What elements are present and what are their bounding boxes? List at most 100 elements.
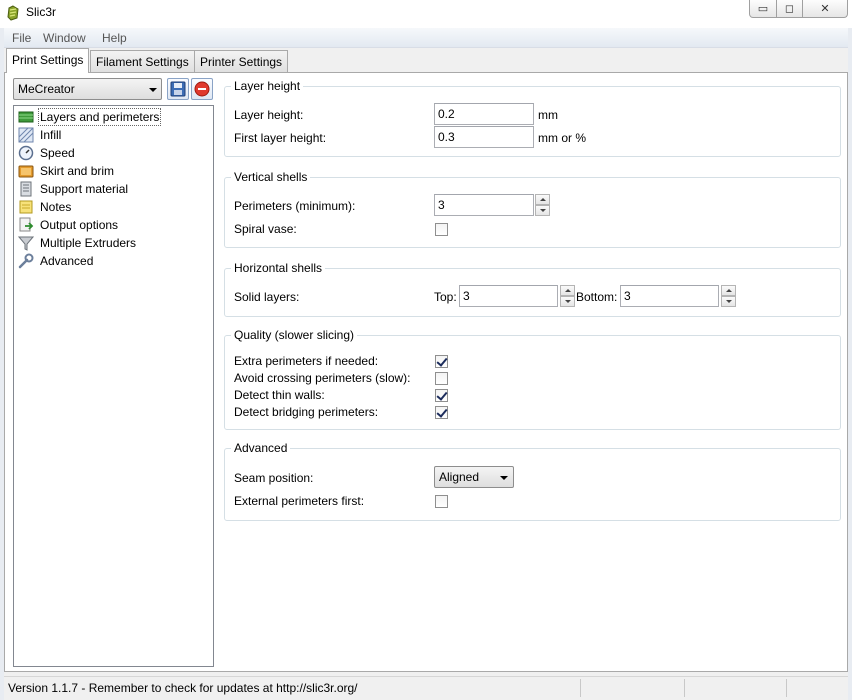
solid-layers-label: Solid layers: <box>234 290 300 304</box>
save-disk-icon <box>170 81 186 97</box>
tree-item-skirt-and-brim[interactable]: Skirt and brim <box>18 162 115 179</box>
seam-position-value: Aligned <box>439 470 480 484</box>
title-bar: Slic3r ▭ ◻ ✕ <box>0 0 852 28</box>
tree-item-output-options[interactable]: Output options <box>18 216 119 233</box>
layer-height-input[interactable]: 0.2 <box>434 103 534 125</box>
group-title: Vertical shells <box>231 170 311 184</box>
perimeters-stepper[interactable] <box>535 194 550 216</box>
output-options-icon <box>19 217 34 231</box>
stepper-down-arrow-icon[interactable] <box>721 296 736 307</box>
window-title: Slic3r <box>26 5 57 19</box>
main-frame: Print Settings Filament Settings Printer… <box>4 48 848 674</box>
delete-preset-button[interactable] <box>191 78 213 100</box>
group-advanced: Advanced Seam position: Aligned External… <box>224 441 841 521</box>
minimize-button[interactable]: ▭ <box>749 0 777 18</box>
tab-printer-settings[interactable]: Printer Settings <box>194 50 289 72</box>
spiral-vase-checkbox[interactable] <box>435 223 448 236</box>
status-divider <box>684 679 685 697</box>
chevron-down-icon <box>149 88 157 92</box>
extra-perimeters-label: Extra perimeters if needed: <box>234 354 379 368</box>
tree-item-advanced[interactable]: Advanced <box>18 252 94 269</box>
seam-position-dropdown[interactable]: Aligned <box>434 466 514 488</box>
group-layer-height: Layer height Layer height: 0.2 mm First … <box>224 79 841 157</box>
status-divider <box>786 679 787 697</box>
stepper-up-arrow-icon[interactable] <box>721 285 736 296</box>
print-settings-panel: MeCreator Layers and perimeters Infill S… <box>4 72 848 672</box>
tree-item-label: Output options <box>40 217 119 232</box>
tree-item-label: Infill <box>40 127 62 142</box>
top-layers-label: Top: <box>434 290 457 304</box>
top-layers-stepper[interactable] <box>560 285 575 307</box>
skirt-brim-icon <box>18 165 34 177</box>
preset-dropdown[interactable]: MeCreator <box>13 78 162 100</box>
external-perimeters-label: External perimeters first: <box>234 494 365 508</box>
status-text: Version 1.1.7 - Remember to check for up… <box>8 681 358 695</box>
group-quality: Quality (slower slicing) Extra perimeter… <box>224 328 841 430</box>
stepper-down-arrow-icon[interactable] <box>560 296 575 307</box>
maximize-icon: ◻ <box>784 3 795 15</box>
seam-position-label: Seam position: <box>234 471 314 485</box>
tab-filament-settings[interactable]: Filament Settings <box>90 50 195 72</box>
tree-item-multiple-extruders[interactable]: Multiple Extruders <box>18 234 137 251</box>
menu-window[interactable]: Window <box>43 31 86 45</box>
infill-icon <box>18 127 34 142</box>
group-title: Horizontal shells <box>231 261 326 275</box>
tree-item-label: Skirt and brim <box>40 163 115 178</box>
layers-icon <box>18 111 34 122</box>
first-layer-height-input[interactable]: 0.3 <box>434 126 534 148</box>
bottom-layers-label: Bottom: <box>576 290 618 304</box>
tree-item-layers-and-perimeters[interactable]: Layers and perimeters <box>18 107 162 126</box>
group-vertical-shells: Vertical shells Perimeters (minimum): 3 … <box>224 170 841 248</box>
stepper-up-arrow-icon[interactable] <box>535 194 550 205</box>
avoid-crossing-label: Avoid crossing perimeters (slow): <box>234 371 411 385</box>
settings-category-tree: Layers and perimeters Infill Speed Skirt… <box>13 105 214 667</box>
bottom-layers-input[interactable]: 3 <box>620 285 719 307</box>
support-material-icon <box>20 181 32 196</box>
tab-print-settings[interactable]: Print Settings <box>6 48 90 73</box>
extra-perimeters-checkbox[interactable] <box>435 355 448 368</box>
status-bar: Version 1.1.7 - Remember to check for up… <box>4 676 848 698</box>
status-divider <box>580 679 581 697</box>
first-layer-height-label: First layer height: <box>234 131 327 145</box>
detect-bridging-checkbox[interactable] <box>435 406 448 419</box>
tree-item-notes[interactable]: Notes <box>18 198 72 215</box>
delete-red-circle-icon <box>194 81 210 97</box>
stepper-down-arrow-icon[interactable] <box>535 205 550 216</box>
close-button[interactable]: ✕ <box>802 0 848 18</box>
save-preset-button[interactable] <box>167 78 189 100</box>
avoid-crossing-checkbox[interactable] <box>435 372 448 385</box>
bottom-layers-stepper[interactable] <box>721 285 736 307</box>
group-title: Quality (slower slicing) <box>231 328 358 342</box>
spiral-vase-label: Spiral vase: <box>234 222 297 236</box>
close-icon: ✕ <box>820 3 830 15</box>
layer-height-label: Layer height: <box>234 108 304 122</box>
notes-icon <box>19 200 33 213</box>
detect-thin-walls-checkbox[interactable] <box>435 389 448 402</box>
tree-item-speed[interactable]: Speed <box>18 144 76 161</box>
tree-item-label: Layers and perimeters <box>37 107 162 126</box>
group-horizontal-shells: Horizontal shells Solid layers: Top: 3 B… <box>224 261 841 317</box>
tree-item-label: Support material <box>40 181 129 196</box>
tree-item-label: Notes <box>40 199 72 214</box>
perimeters-input[interactable]: 3 <box>434 194 534 216</box>
group-title: Layer height <box>231 79 304 93</box>
first-layer-height-unit: mm or % <box>538 131 586 145</box>
tree-item-label: Speed <box>40 145 75 160</box>
detect-thin-walls-label: Detect thin walls: <box>234 388 325 402</box>
external-perimeters-checkbox[interactable] <box>435 495 448 508</box>
window-border-right <box>848 28 852 700</box>
layer-height-unit: mm <box>538 108 558 122</box>
tree-item-infill[interactable]: Infill <box>18 126 62 143</box>
preset-value: MeCreator <box>18 82 75 96</box>
top-layers-input[interactable]: 3 <box>459 285 558 307</box>
maximize-button[interactable]: ◻ <box>776 0 803 18</box>
tree-item-label: Multiple Extruders <box>40 235 137 250</box>
menu-file[interactable]: File <box>12 31 31 45</box>
tree-item-support-material[interactable]: Support material <box>18 180 129 197</box>
minimize-icon: ▭ <box>757 3 769 15</box>
perimeters-label: Perimeters (minimum): <box>234 199 356 213</box>
funnel-icon <box>18 236 34 251</box>
stepper-up-arrow-icon[interactable] <box>560 285 575 296</box>
menu-help[interactable]: Help <box>102 31 127 45</box>
tree-item-label: Advanced <box>40 253 94 268</box>
